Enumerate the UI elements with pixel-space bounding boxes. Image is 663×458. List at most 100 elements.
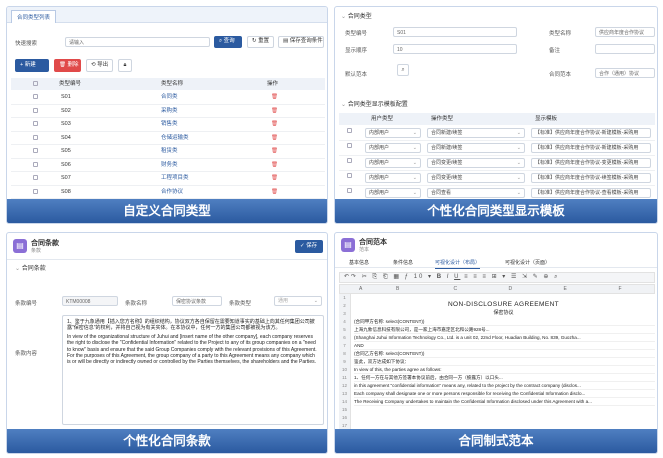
table-row[interactable]: S07 工程项目类 🗑 bbox=[11, 172, 325, 186]
row-name[interactable]: 采购类 bbox=[161, 105, 178, 118]
row-name[interactable]: 租赁类 bbox=[161, 145, 178, 158]
trash-icon[interactable]: 🗑 bbox=[271, 145, 278, 158]
trash-icon[interactable]: 🗑 bbox=[271, 132, 278, 145]
table-row[interactable]: S08 合作协议 🗑 bbox=[11, 186, 325, 199]
tab-contract-type-list[interactable]: 合同类型列表 bbox=[11, 10, 57, 23]
header-action: 操作 bbox=[267, 81, 279, 87]
clause-type-select[interactable]: 通用 ⌄ bbox=[274, 296, 322, 306]
chevron-down-icon: ⌄ bbox=[516, 160, 521, 166]
caption: 个性化合同条款 bbox=[7, 429, 327, 453]
type-code-input[interactable]: S01 bbox=[393, 27, 517, 37]
row-checkbox[interactable] bbox=[33, 145, 38, 158]
trash-icon[interactable]: 🗑 bbox=[271, 186, 278, 199]
row-checkbox[interactable] bbox=[33, 159, 38, 172]
tab-basic-info[interactable]: 基本信息 bbox=[349, 259, 369, 266]
save-condition-button[interactable]: ▤ 保存查询条件 bbox=[278, 36, 324, 48]
template-select[interactable]: 【标准】供应商年度合作协议-新建模板-采购用 bbox=[531, 143, 651, 153]
chevron-down-icon: ⌄ bbox=[412, 175, 417, 181]
table-row[interactable]: S04 仓储运输类 🗑 bbox=[11, 132, 325, 145]
row-name[interactable]: 工程项目类 bbox=[161, 172, 189, 185]
template-select[interactable]: 【标准】供应商年度合作协议-变更模板-采购用 bbox=[531, 158, 651, 168]
row-checkbox[interactable] bbox=[347, 185, 352, 198]
row-checkbox[interactable] bbox=[33, 132, 38, 145]
user-type-value: 内部用户 bbox=[369, 175, 390, 181]
row-checkbox[interactable] bbox=[347, 125, 352, 138]
user-type-select[interactable]: 内部用户 ⌄ bbox=[365, 143, 421, 153]
template-select[interactable]: 【标准】供应商年度合作协议-查看模板-采购用 bbox=[531, 188, 651, 198]
trash-icon[interactable]: 🗑 bbox=[271, 172, 278, 185]
section-contract-type[interactable]: ⌄ 合同类型 bbox=[341, 11, 372, 20]
lock-button[interactable]: 🔒︎ bbox=[118, 59, 132, 72]
clause-code-input[interactable]: KTM00008 bbox=[62, 296, 118, 306]
row-checkbox[interactable] bbox=[33, 118, 38, 131]
caption: 个性化合同类型显示模板 bbox=[335, 199, 657, 223]
user-type-select[interactable]: 内部用户 ⌄ bbox=[365, 158, 421, 168]
row-checkbox[interactable] bbox=[33, 186, 38, 199]
order-input[interactable]: 10 bbox=[393, 44, 517, 54]
row-checkbox[interactable] bbox=[347, 140, 352, 153]
table-row[interactable]: S03 销售类 🗑 bbox=[11, 118, 325, 132]
user-type-select[interactable]: 内部用户 ⌄ bbox=[365, 173, 421, 183]
user-type-select[interactable]: 内部用户 ⌄ bbox=[365, 188, 421, 198]
trash-icon: 🗑 bbox=[59, 62, 68, 68]
doc-line: 鉴此，双方达成如下协议： bbox=[354, 358, 655, 366]
row-name[interactable]: 仓储运输类 bbox=[161, 132, 189, 145]
table-row[interactable]: S02 采购类 🗑 bbox=[11, 105, 325, 118]
export-button[interactable]: ⟲ 导出 bbox=[86, 59, 113, 72]
template-select[interactable]: 【标准】供应商年度合作协议-续签模板-采购用 bbox=[531, 173, 651, 183]
row-checkbox[interactable] bbox=[33, 105, 38, 118]
editor-toolbar[interactable]: ↶↷ ✂ ⎘ ⎗ ▦ ƒ 10 ▾ B I U ≡ ≡ ≡ ⊞ ▾ ☰ ⇲ ✎ … bbox=[339, 272, 655, 283]
new-button[interactable]: + 新建 bbox=[15, 59, 49, 72]
row-checkbox[interactable] bbox=[33, 172, 38, 185]
row-checkbox[interactable] bbox=[347, 155, 352, 168]
row-name[interactable]: 合作协议 bbox=[161, 186, 183, 199]
spreadsheet-area[interactable]: NON-DISCLOSURE AGREEMENT 保密协议 (合同甲方名称: s… bbox=[352, 294, 655, 430]
template-row: 内部用户 ⌄ 合同变更/续签 ⌄ 【标准】供应商年度合作协议-续签模板-采购用 bbox=[339, 171, 655, 186]
row-checkbox[interactable] bbox=[347, 170, 352, 183]
op-type-select[interactable]: 合同变更/续签 ⌄ bbox=[427, 158, 525, 168]
query-button[interactable]: ⌕ 查询 bbox=[214, 36, 242, 48]
template-select[interactable]: 合作（通用）协议 bbox=[595, 68, 655, 78]
op-type-select[interactable]: 合同新建/续签 ⌄ bbox=[427, 143, 525, 153]
clause-name-input[interactable]: 保密协议条款 bbox=[172, 296, 222, 306]
trash-icon[interactable]: 🗑 bbox=[271, 159, 278, 172]
trash-icon[interactable]: 🗑 bbox=[271, 91, 278, 104]
search-icon[interactable]: ⌕ bbox=[397, 64, 409, 76]
op-type-select[interactable]: 合同新建/续签 ⌄ bbox=[427, 128, 525, 138]
type-name-input[interactable]: 供应商年度合作协议 bbox=[595, 27, 655, 37]
clause-content-textarea[interactable]: 1、鉴于九象通用【插入您方名称】的组织结构，协议双方各自保留在需要知道事实的基础… bbox=[62, 315, 324, 425]
template-select[interactable]: 【标准】供应商年度合作协议-新建模板-采购用 bbox=[531, 128, 651, 138]
section-template-config[interactable]: ⌄ 合同类型显示模板配置 bbox=[341, 99, 408, 108]
note-input[interactable] bbox=[595, 44, 655, 54]
op-type-select[interactable]: 合同变更/续签 ⌄ bbox=[427, 173, 525, 183]
doc-line: (Shanghai Juhui Information Technology C… bbox=[354, 334, 655, 342]
tab-visual-layout[interactable]: 可视化设计（布局） bbox=[435, 259, 481, 269]
table-row[interactable]: S06 财务类 🗑 bbox=[11, 159, 325, 172]
tab-underline bbox=[335, 267, 657, 268]
user-type-select[interactable]: 内部用户 ⌄ bbox=[365, 128, 421, 138]
trash-icon[interactable]: 🗑 bbox=[271, 105, 278, 118]
row-number: 1 bbox=[343, 295, 346, 300]
row-number: 7 bbox=[343, 343, 346, 348]
table-row[interactable]: S01 合同类 🗑 bbox=[11, 91, 325, 105]
row-name[interactable]: 合同类 bbox=[161, 91, 178, 104]
reset-button[interactable]: ↻ 重置 bbox=[247, 36, 274, 48]
section-clause[interactable]: ⌄ 合同条款 bbox=[15, 263, 46, 272]
row-name[interactable]: 销售类 bbox=[161, 118, 178, 131]
row-name[interactable]: 财务类 bbox=[161, 159, 178, 172]
user-type-value: 内部用户 bbox=[369, 190, 390, 196]
tab-condition-info[interactable]: 条件信息 bbox=[393, 259, 413, 266]
table-row[interactable]: S05 租赁类 🗑 bbox=[11, 145, 325, 159]
search-input[interactable]: 请输入 bbox=[65, 37, 210, 47]
save-button[interactable]: ✓ 保存 bbox=[295, 240, 323, 253]
tab-visual-page[interactable]: 可视化设计（页面） bbox=[505, 259, 550, 266]
chevron-down-icon: ⌄ bbox=[516, 145, 521, 151]
delete-button[interactable]: 🗑 删除 bbox=[54, 59, 81, 72]
checkbox-all[interactable] bbox=[33, 78, 38, 90]
row-number: 9 bbox=[343, 359, 346, 364]
column-label: C bbox=[453, 286, 458, 292]
op-type-select[interactable]: 合同查看 ⌄ bbox=[427, 188, 525, 198]
trash-icon[interactable]: 🗑 bbox=[271, 118, 278, 131]
row-checkbox[interactable] bbox=[33, 91, 38, 104]
user-type-value: 内部用户 bbox=[369, 160, 390, 166]
